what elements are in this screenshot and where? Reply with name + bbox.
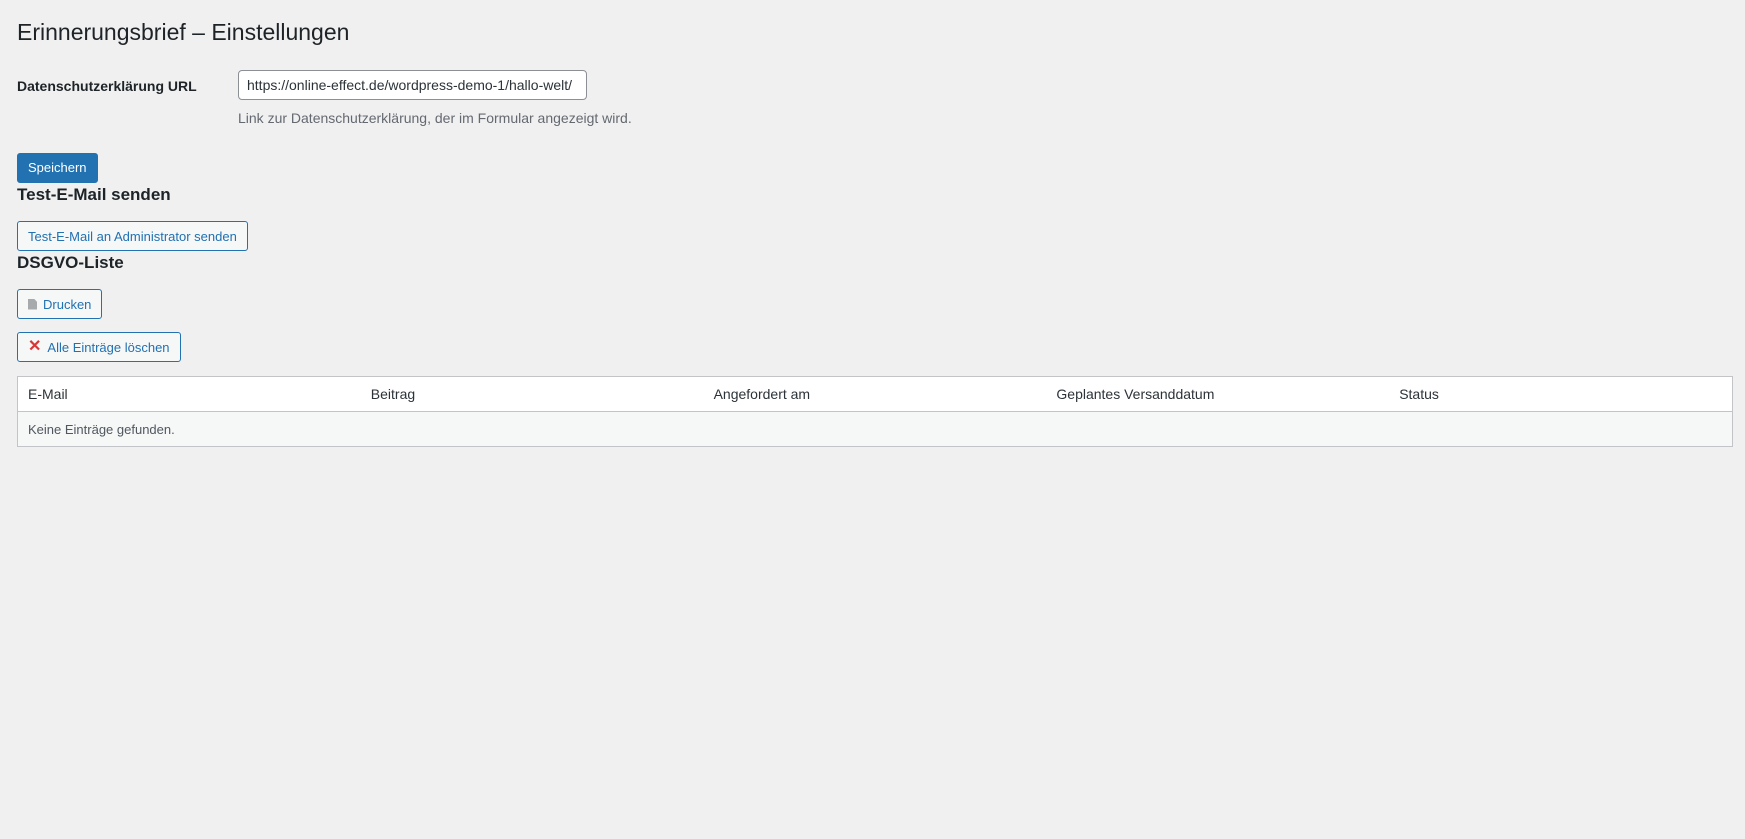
page-title: Erinnerungsbrief – Einstellungen xyxy=(17,19,350,45)
send-test-email-button[interactable]: Test-E-Mail an Administrator senden xyxy=(17,221,248,251)
column-header-post: Beitrag xyxy=(360,377,704,412)
privacy-url-row: Datenschutzerklärung URL Link zur Datens… xyxy=(17,70,1728,127)
table-header-row: E-Mail Beitrag Angefordert am Geplantes … xyxy=(18,377,1732,412)
column-header-status: Status xyxy=(1389,377,1732,412)
privacy-url-label: Datenschutzerklärung URL xyxy=(17,78,197,94)
close-icon: ✕ xyxy=(28,338,42,355)
send-test-email-label: Test-E-Mail an Administrator senden xyxy=(28,228,237,244)
test-email-heading: Test-E-Mail senden xyxy=(17,185,171,204)
empty-message: Keine Einträge gefunden. xyxy=(18,411,1732,446)
dsgvo-table-container: E-Mail Beitrag Angefordert am Geplantes … xyxy=(17,376,1733,447)
print-button-label: Drucken xyxy=(43,296,92,312)
dsgvo-heading: DSGVO-Liste xyxy=(17,253,124,272)
privacy-url-description: Link zur Datenschutzerklärung, der im Fo… xyxy=(238,110,632,126)
table-row: Keine Einträge gefunden. xyxy=(18,411,1732,446)
save-button[interactable]: Speichern xyxy=(17,153,98,183)
delete-all-button-label: Alle Einträge löschen xyxy=(47,339,170,355)
dsgvo-table: E-Mail Beitrag Angefordert am Geplantes … xyxy=(18,377,1732,446)
column-header-email: E-Mail xyxy=(18,377,361,412)
settings-page: Erinnerungsbrief – Einstellungen Datensc… xyxy=(0,0,1745,447)
column-header-requested: Angefordert am xyxy=(703,377,1047,412)
document-icon xyxy=(28,298,37,310)
column-header-scheduled-date: Geplantes Versanddatum xyxy=(1046,377,1390,412)
privacy-url-field-group: Link zur Datenschutzerklärung, der im Fo… xyxy=(238,70,632,127)
print-button[interactable]: Drucken xyxy=(17,289,103,319)
delete-all-button[interactable]: ✕ Alle Einträge löschen xyxy=(17,332,181,362)
privacy-url-input[interactable] xyxy=(238,70,587,100)
